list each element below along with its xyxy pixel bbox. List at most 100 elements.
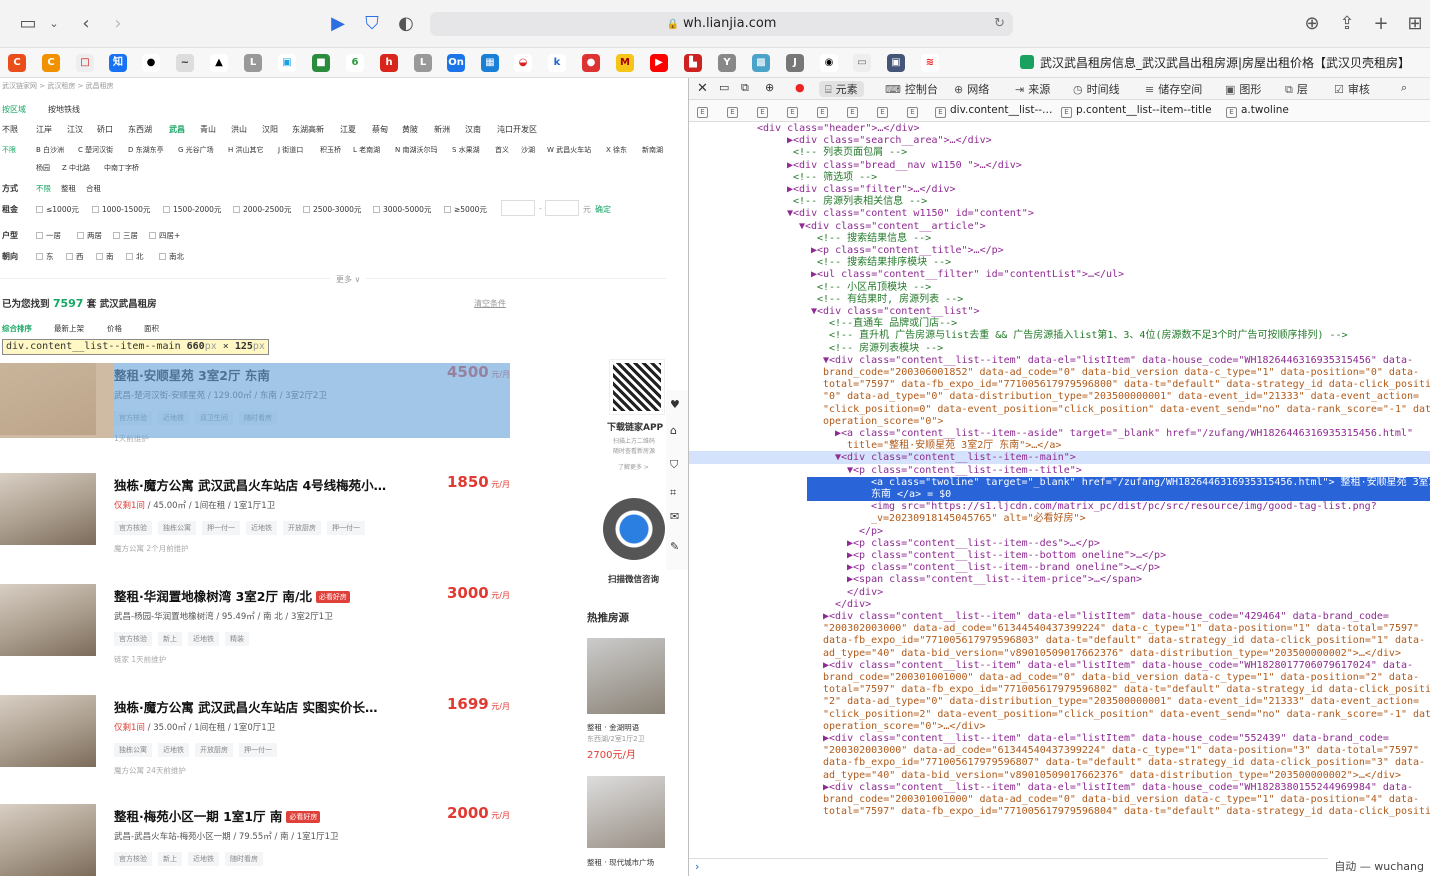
favorite-icon[interactable]: ◒ [514,54,532,72]
more-filters-button[interactable]: 更多 ∨ [330,274,367,285]
dom-node-line[interactable]: <!-- 小区吊顶模块 --> [811,282,931,294]
hot-listing-image[interactable] [587,638,665,714]
favorite-icon[interactable]: C [8,54,26,72]
sort-option[interactable]: 最新上架 [54,323,84,334]
youtube-icon[interactable]: ▶ [650,54,668,72]
dom-node-line[interactable]: ▼<div class="content__list--item" data-e… [823,355,1413,367]
listing-title[interactable]: 独栋·魔方公寓 武汉武昌火车站店 实图实价长… [114,697,377,716]
favorite-icon[interactable]: ▦ [481,54,499,72]
favorite-icon[interactable]: J [786,54,804,72]
checkbox[interactable] [36,206,43,213]
subarea-option[interactable]: 首义 [495,145,509,155]
favorite-icon[interactable]: ▲ [210,54,228,72]
dom-node-line[interactable]: <!-- 房源列表相关信息 --> [787,196,927,208]
listing-title-text[interactable]: 独栋·魔方公寓 武汉武昌火车站店 实图实价长… [114,700,377,715]
favorite-icon[interactable]: On [447,54,465,72]
inspector-tab[interactable]: ▣ 图形 [1225,81,1261,97]
reload-icon[interactable]: ↻ [994,12,1005,36]
subarea-option[interactable]: N 南湖沃尔玛 [395,145,437,155]
favorite-icon[interactable]: h [380,54,398,72]
home-icon[interactable]: ⌂ [670,424,677,437]
favorite-icon[interactable]: ▣ [278,54,296,72]
dom-node-line[interactable]: "click_position=0" data-event_position="… [823,404,1430,416]
subarea-option[interactable]: C 楚河汉街 [78,145,113,155]
dom-node-line[interactable]: <!-- 搜索结果信息 --> [811,233,931,245]
dom-node-line[interactable]: brand_code="200301001000" data-ad_code="… [823,672,1419,684]
district-option[interactable]: 硚口 [97,124,113,135]
edit-icon[interactable]: ✎ [670,540,679,553]
rent-option[interactable]: ≥5000元 [444,204,487,215]
favorite-icon[interactable]: ▭ [853,54,871,72]
error-icon[interactable]: ● [795,81,805,94]
metro-tab[interactable]: 按地铁线 [48,104,80,115]
forward-icon[interactable]: › [106,12,130,36]
dom-node-line[interactable]: "2" data-ad_type="0" data-distribution_t… [823,696,1419,708]
subarea-option[interactable]: 新南湖 [642,145,663,155]
listing-title-text[interactable]: 整租·梅苑小区一期 1室1厅 南 [114,809,282,824]
download-icon[interactable]: ⊕ [1300,12,1324,36]
checkbox[interactable] [36,253,43,260]
subarea-option[interactable]: Z 中北路 [62,163,90,173]
dom-node-line[interactable]: ▶<p class="content__title">…</p> [811,245,1004,257]
inspector-tab[interactable]: ⧉ 层 [1285,81,1308,97]
district-option[interactable]: 汉南 [465,124,481,135]
subarea-option[interactable]: 杨园 [36,163,50,173]
checkbox[interactable] [149,232,156,239]
dom-node-line[interactable]: brand_code="200306001852" data-ad_code="… [823,367,1419,379]
learn-more-link[interactable]: 了解更多 > [618,462,649,471]
listing-thumbnail[interactable] [0,804,96,876]
subarea-option[interactable]: B 白沙洲 [36,145,64,155]
sort-option[interactable]: 价格 [107,323,122,334]
favorite-icon[interactable]: ▩ [752,54,770,72]
facing-option[interactable]: 南北 [159,251,184,262]
district-option[interactable]: 新洲 [434,124,450,135]
favorite-icon[interactable]: ▣ [887,54,905,72]
dom-node-line[interactable]: <img src="https://s1.ljcdn.com/matrix_pc… [871,501,1377,513]
shield-icon[interactable]: ⛉ [670,458,678,472]
listing-title-text[interactable]: 整租·华润置地橡树湾 3室2厅 南/北 [114,589,312,604]
listing-thumbnail[interactable] [0,473,96,545]
rent-option[interactable]: 1500-2000元 [163,204,221,215]
subarea-option[interactable]: D 东湖东亭 [128,145,164,155]
checkbox[interactable] [303,206,310,213]
facing-option[interactable]: 东 [36,251,54,262]
dom-node-line[interactable]: "200302003000" data-ad_code="61344540437… [823,623,1419,635]
subarea-option[interactable]: J 街道口 [278,145,303,155]
dom-node-line[interactable]: ▼<div class="content__article"> [799,221,986,233]
checkbox[interactable] [66,253,73,260]
clear-filters-link[interactable]: 清空条件 [474,298,506,309]
facing-option[interactable]: 南 [96,251,114,262]
new-tab-icon[interactable]: + [1369,12,1393,36]
dom-node-line[interactable]: <a class="twoline" target="_blank" href=… [807,476,1430,489]
dom-node-line[interactable]: </p> [859,526,883,538]
district-option[interactable]: 东西湖 [128,124,152,135]
listing-title[interactable]: 整租·梅苑小区一期 1室1厅 南必看好房 [114,806,321,825]
subarea-option[interactable]: X 徐东 [606,145,627,155]
back-icon[interactable]: ‹ [74,12,98,36]
dom-node-line[interactable]: ▶<div class="bread__nav w1150 ">…</div> [787,160,1022,172]
sort-option[interactable]: 综合排序 [2,323,32,334]
facing-option[interactable]: 北 [126,251,144,262]
district-option[interactable]: 武昌 [169,124,185,135]
favorite-icon[interactable]: ● [582,54,600,72]
dom-node-line[interactable]: <!-- 筛选项 --> [787,172,877,184]
github-icon[interactable]: ● [142,54,160,72]
district-option[interactable]: 汉阳 [262,124,278,135]
dom-node-line[interactable]: </div> [847,587,883,599]
dom-node-line[interactable]: operation_score="0">…</div> [823,721,986,733]
mode-option[interactable]: 不限 [36,183,51,194]
console-prompt[interactable]: › [689,858,1430,876]
inspector-breadcrumb[interactable]: E [757,104,772,118]
breadcrumb[interactable]: 武汉链家网 > 武汉租房 > 武昌租房 [2,81,114,91]
inspector-breadcrumb[interactable]: Ea.twoline [1226,104,1289,118]
dom-node-line[interactable]: <!-- 列表页面包屑 --> [787,147,907,159]
inspector-breadcrumb[interactable]: E [727,104,742,118]
dom-node-line[interactable]: ▶<p class="content__list--item--bottom o… [847,550,1166,562]
dom-node-line[interactable]: <!-- 搜索结果排序模块 --> [811,257,951,269]
dom-node-line[interactable]: ad_type="40" data-bid_version="v89010509… [823,770,1401,782]
favorite-icon[interactable]: ▙ [684,54,702,72]
inspector-tab[interactable]: ☑ 审核 [1334,81,1370,97]
favorite-icon[interactable]: k [548,54,566,72]
dom-node-line[interactable]: ▶<a class="content__list--item--aside" t… [835,428,1413,440]
subarea-option[interactable]: L 老南湖 [353,145,380,155]
